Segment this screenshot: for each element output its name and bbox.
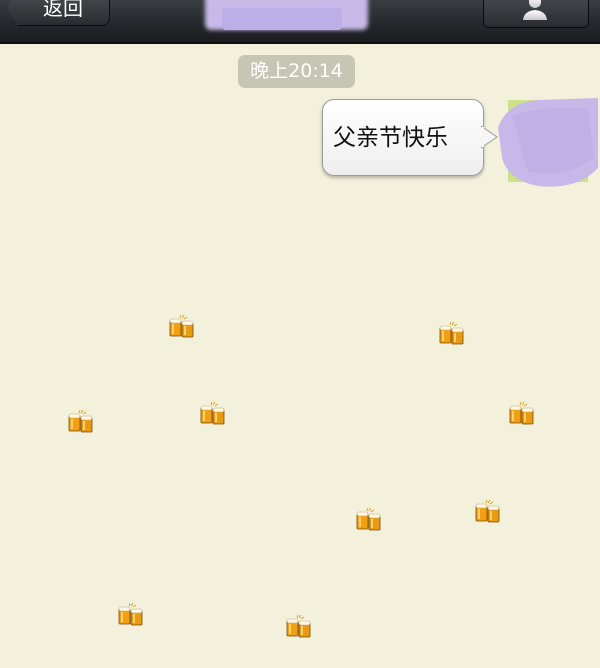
beer-mugs-icon (286, 615, 311, 638)
beer-mugs-icon (118, 603, 143, 626)
beer-mugs-icon (509, 402, 534, 425)
beer-mugs-icon (356, 508, 381, 531)
message-timestamp: 晚上20:14 (238, 55, 355, 88)
beer-mugs-icon (475, 500, 500, 523)
beer-mugs-icon (169, 315, 194, 338)
back-button[interactable]: 返回 (6, 0, 110, 26)
beer-mugs-icon (68, 410, 93, 433)
beer-mugs-icon (439, 322, 464, 345)
person-icon (523, 0, 547, 20)
redacted-contact-name-overlay (222, 8, 342, 30)
bubble-tail (481, 125, 498, 149)
navigation-bar: 返回 (0, 0, 600, 44)
message-text: 父亲节快乐 (333, 125, 448, 151)
redacted-avatar[interactable] (498, 98, 598, 190)
beer-mugs-icon (200, 402, 225, 425)
